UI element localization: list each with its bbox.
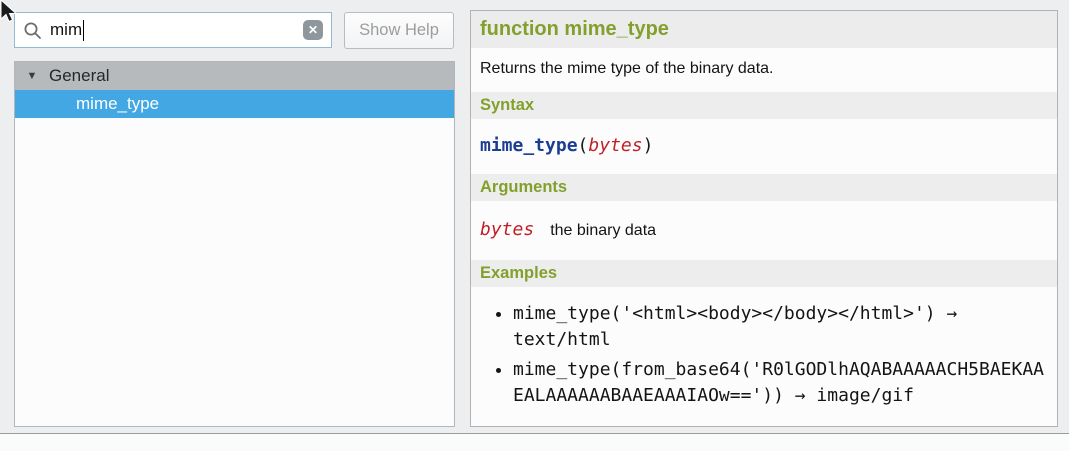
- tree-group-general[interactable]: ▼ General: [15, 62, 454, 90]
- example-item: mime_type(from_base64('R0lGODlhAQABAAAAA…: [513, 357, 1047, 409]
- function-tree: ▼ General mime_type: [14, 61, 455, 427]
- syntax-close-paren: ): [643, 135, 654, 156]
- search-icon: [23, 21, 42, 40]
- examples-list: mime_type('<html><body></body></html>') …: [471, 301, 1057, 409]
- tree-group-label: General: [49, 66, 109, 86]
- text-caret: [83, 20, 84, 41]
- tree-item-mime-type[interactable]: mime_type: [15, 90, 454, 118]
- argument-row: bytes the binary data: [471, 219, 1057, 240]
- syntax-heading: Syntax: [471, 92, 1057, 119]
- syntax-code: mime_type(bytes): [471, 135, 1057, 156]
- collapse-arrow-icon[interactable]: ▼: [23, 70, 41, 82]
- search-value: mim: [50, 20, 82, 40]
- argument-description: the binary data: [550, 222, 656, 240]
- syntax-argument: bytes: [588, 135, 642, 156]
- arguments-heading: Arguments: [471, 174, 1057, 201]
- syntax-function-name: mime_type: [480, 135, 578, 156]
- examples-heading: Examples: [471, 260, 1057, 287]
- show-help-button[interactable]: Show Help: [344, 12, 454, 49]
- doc-title: function mime_type: [471, 11, 1057, 48]
- argument-name: bytes: [480, 219, 534, 240]
- search-input[interactable]: mim ✕: [14, 12, 332, 48]
- syntax-open-paren: (: [578, 135, 589, 156]
- doc-description: Returns the mime type of the binary data…: [471, 60, 1057, 78]
- help-content-panel: function mime_type Returns the mime type…: [470, 10, 1058, 427]
- window-bottom-edge: [0, 434, 1069, 451]
- clear-search-icon[interactable]: ✕: [303, 20, 323, 40]
- example-item: mime_type('<html><body></body></html>') …: [513, 301, 1047, 353]
- tree-item-label: mime_type: [76, 94, 159, 114]
